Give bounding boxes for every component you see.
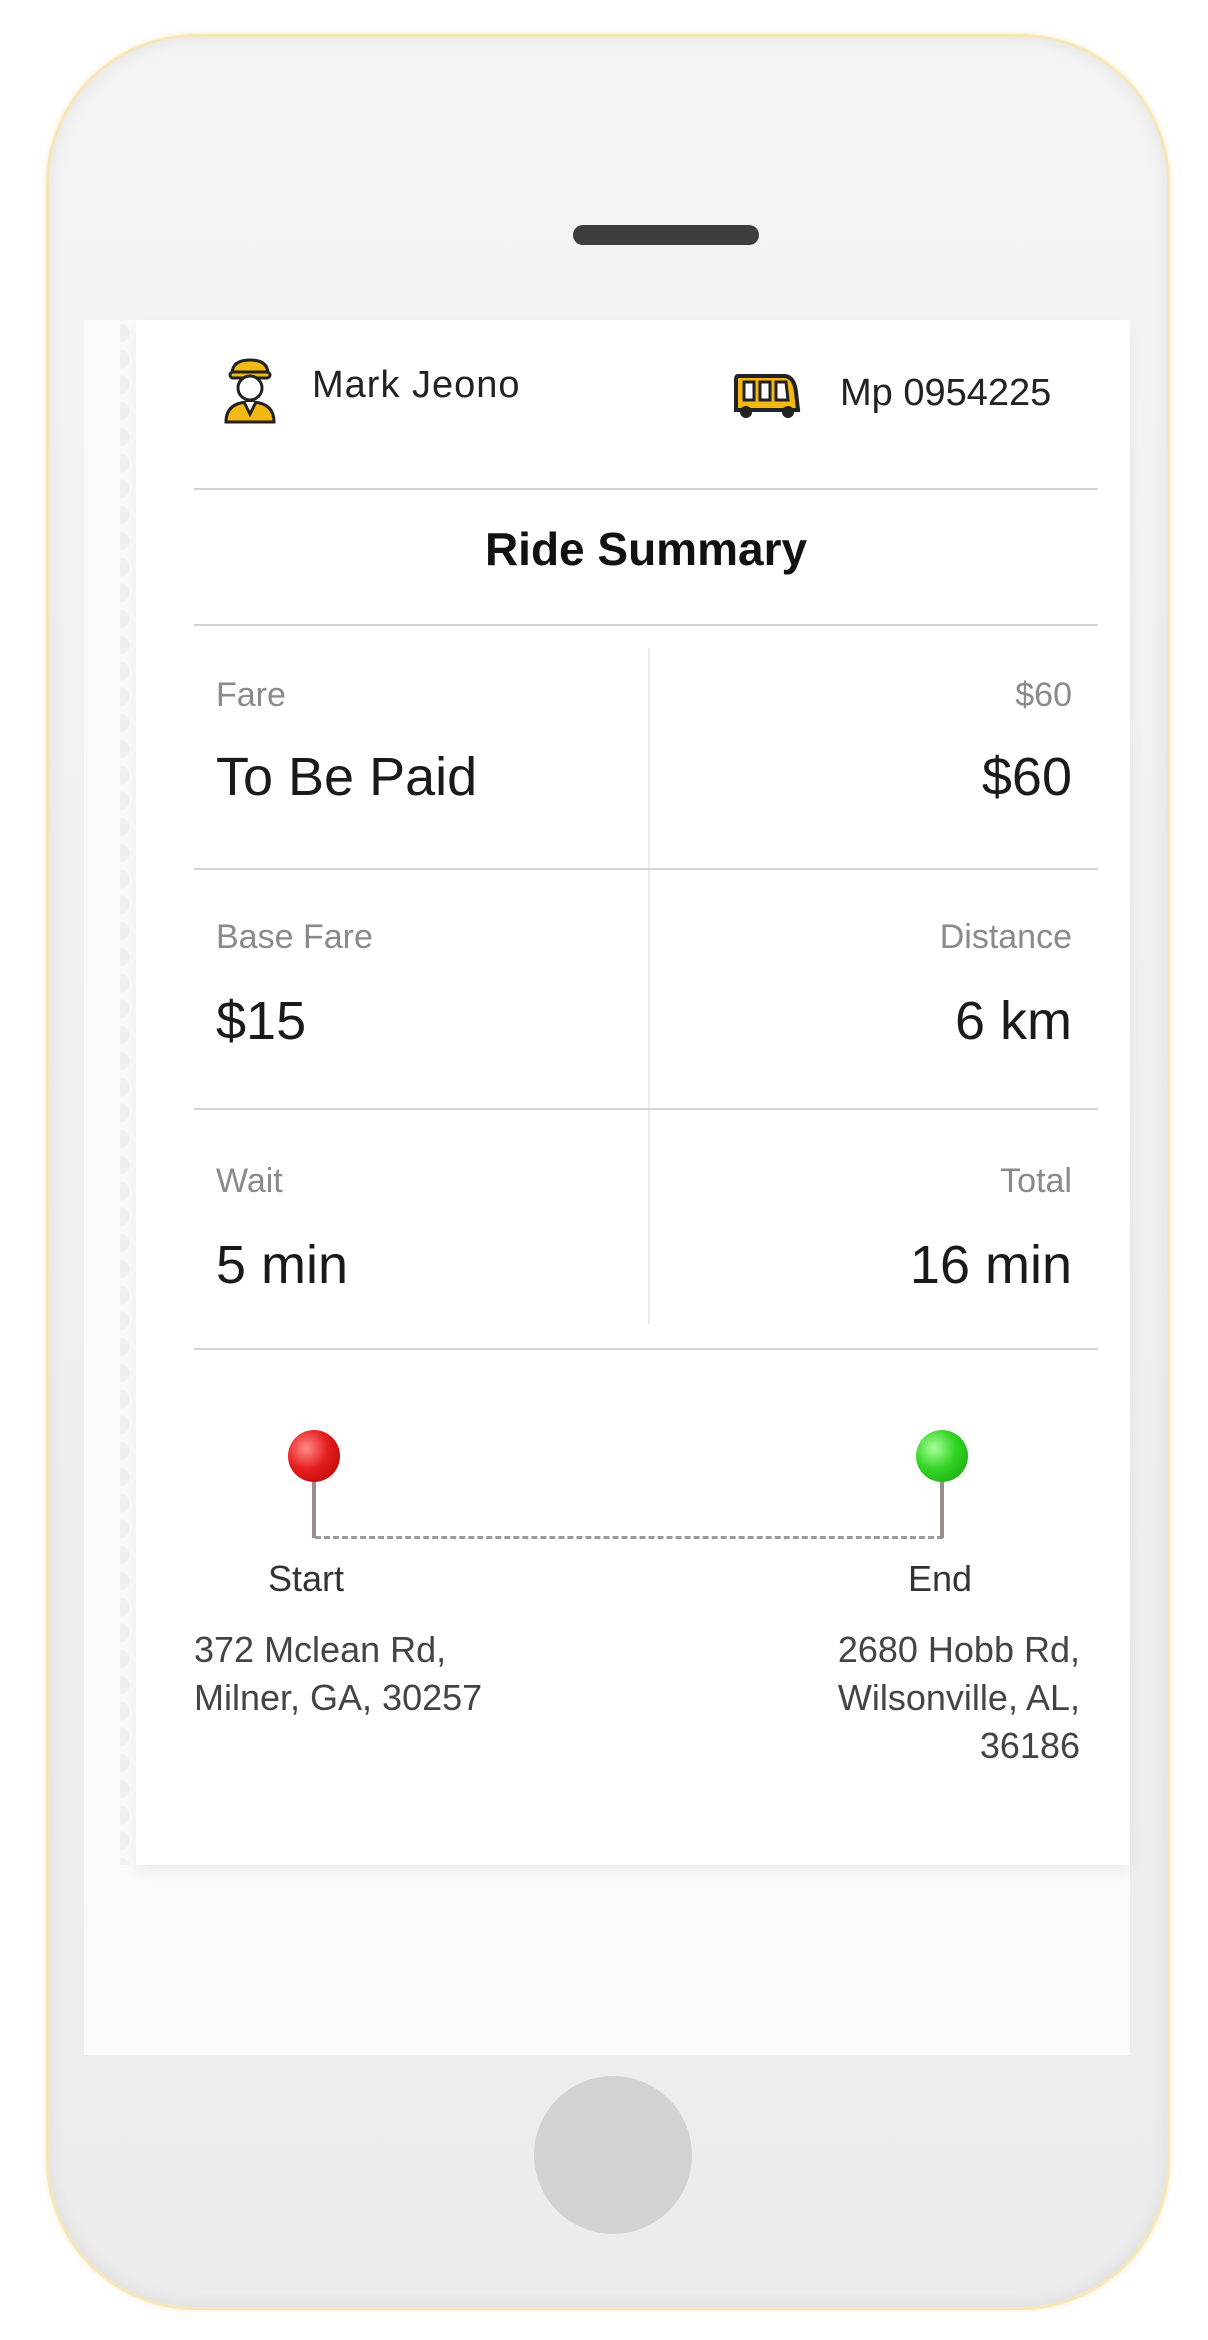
divider (194, 488, 1098, 490)
home-button[interactable] (534, 2076, 692, 2234)
start-pin-stem (312, 1476, 316, 1538)
fare-amount-label: $60 (1015, 676, 1072, 714)
divider (194, 624, 1098, 626)
auto-rickshaw-icon (734, 374, 801, 418)
divider (194, 868, 1098, 870)
speaker-slot (573, 225, 759, 245)
fare-status: To Be Paid (216, 747, 478, 807)
distance-value: 6 km (954, 991, 1072, 1051)
end-address: 2680 Hobb Rd, Wilsonville, AL, 36186 (837, 1629, 1080, 1766)
driver-avatar-icon (224, 358, 276, 424)
fare-label: Fare (216, 676, 286, 714)
base-fare-value: $15 (216, 991, 307, 1051)
fare-amount: $60 (981, 747, 1072, 807)
wait-label: Wait (216, 1162, 283, 1200)
distance-label: Distance (939, 918, 1072, 956)
base-fare-label: Base Fare (216, 918, 373, 956)
page-title: Ride Summary (484, 523, 808, 575)
column-divider (648, 648, 650, 868)
start-pin-icon (288, 1430, 340, 1482)
column-divider (648, 870, 650, 1110)
total-value: 16 min (909, 1235, 1072, 1295)
wait-value: 5 min (216, 1235, 349, 1295)
driver-name: Mark Jeono (312, 364, 521, 406)
end-label: End (908, 1558, 973, 1599)
divider (194, 1348, 1098, 1350)
column-divider (648, 1110, 650, 1324)
start-address: 372 Mclean Rd, Milner, GA, 30257 (194, 1629, 483, 1718)
divider (194, 1108, 1098, 1110)
vehicle-number: Mp 0954225 (840, 372, 1052, 414)
end-pin-icon (916, 1430, 968, 1482)
route-line (315, 1536, 943, 1539)
start-label: Start (268, 1558, 345, 1599)
end-pin-stem (940, 1476, 944, 1538)
total-label: Total (1000, 1162, 1072, 1200)
